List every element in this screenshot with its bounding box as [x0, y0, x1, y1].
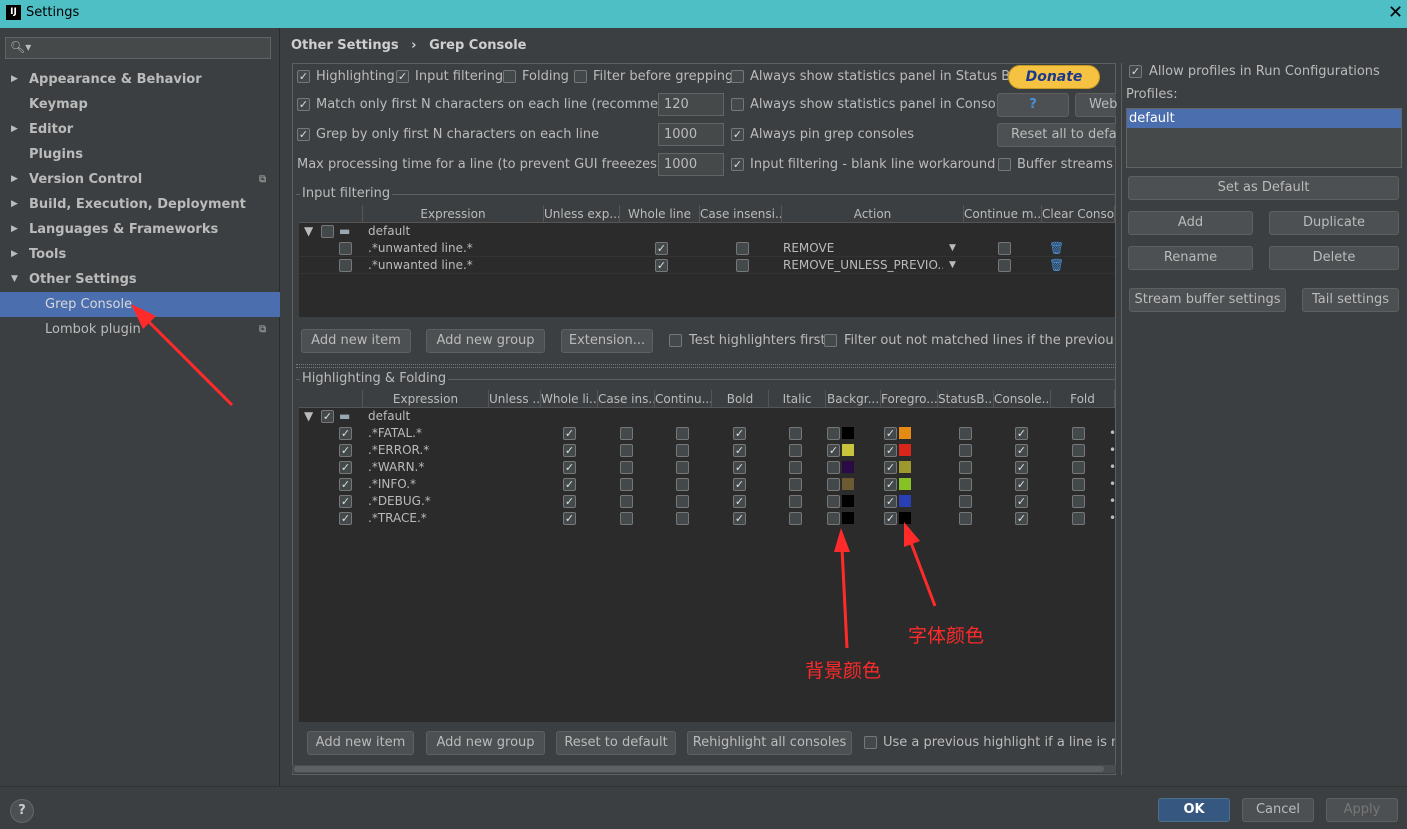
annotation-arrows [131, 304, 937, 649]
arrow-head-foreground [904, 522, 920, 547]
arrow-grep-console [143, 316, 234, 407]
arrow-background [840, 547, 849, 649]
background-color-annotation: 背景颜色 [805, 660, 882, 682]
arrow-foreground [908, 539, 937, 607]
foreground-color-annotation: 字体颜色 [908, 625, 985, 647]
arrow-head-background [834, 528, 850, 552]
